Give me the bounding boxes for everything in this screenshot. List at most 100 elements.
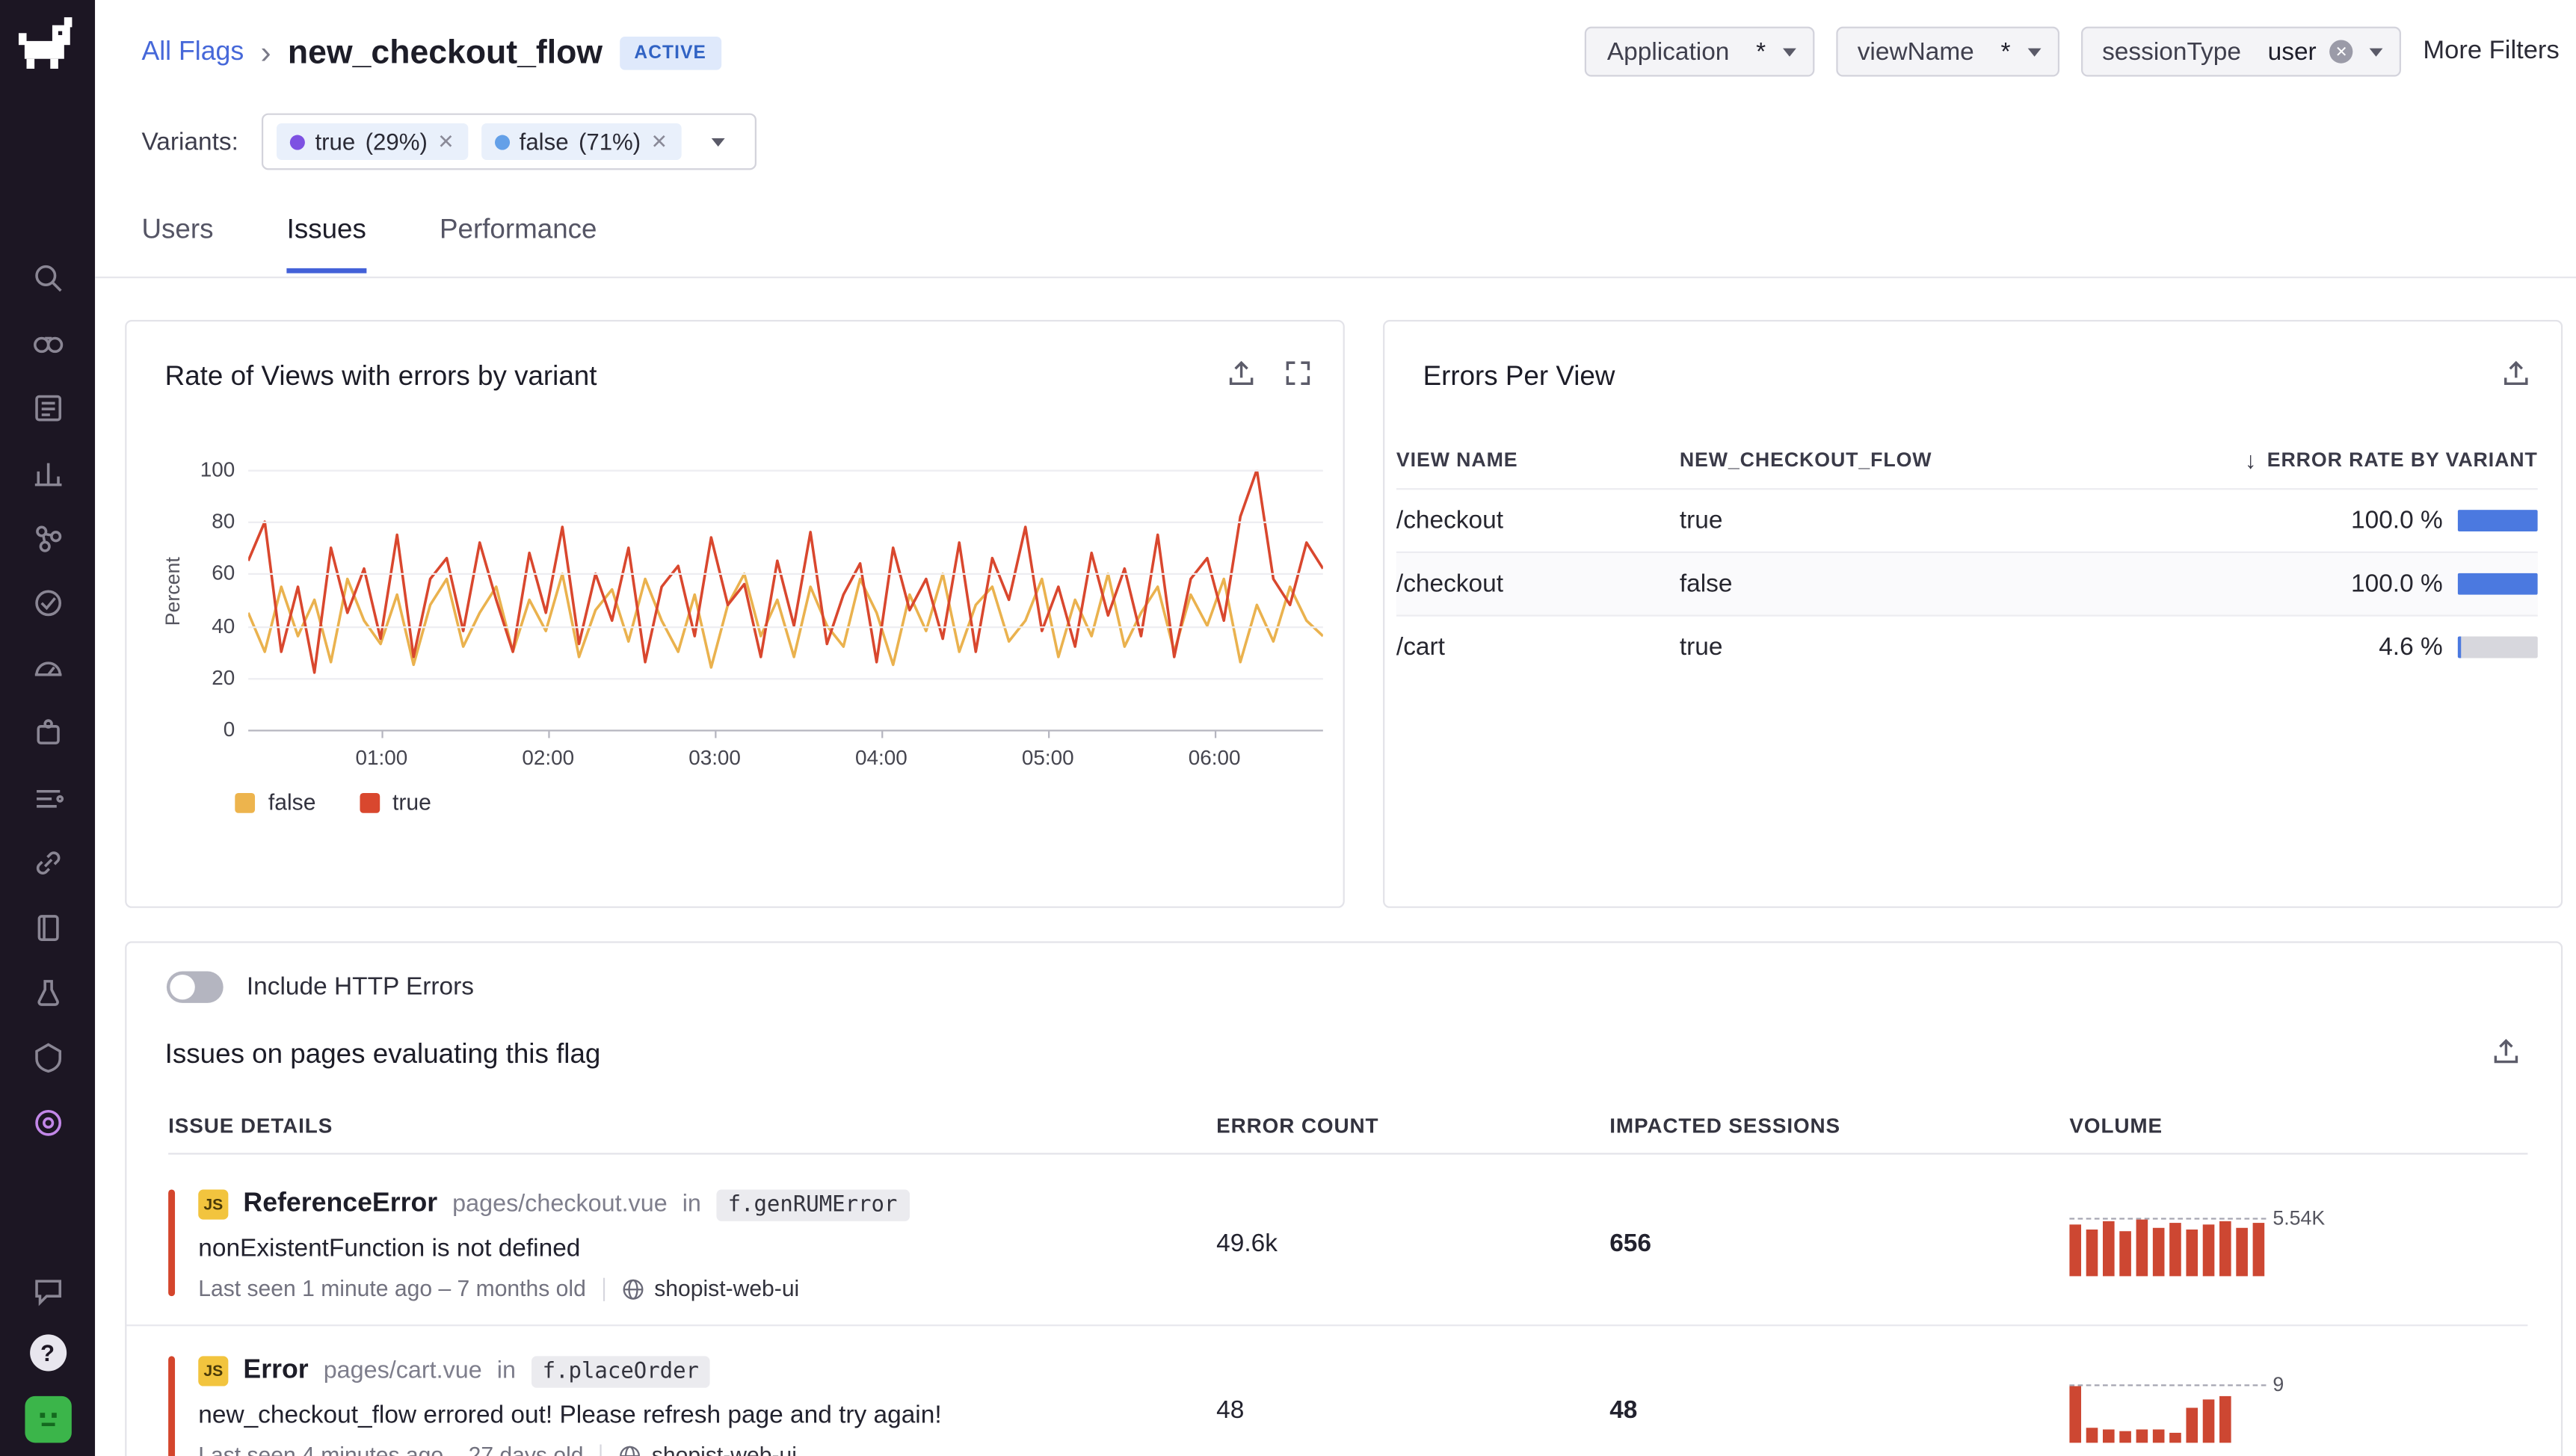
service-link[interactable]: shopist-web-ui	[618, 1443, 797, 1456]
col-flag-variant[interactable]: NEW_CHECKOUT_FLOW	[1680, 448, 2038, 472]
error-function: f.placeOrder	[531, 1355, 711, 1386]
link-icon[interactable]	[29, 845, 66, 881]
issues-section-title: Issues on pages evaluating this flag	[165, 1040, 601, 1071]
error-rate-cell: 4.6 %	[2379, 633, 2538, 661]
variant-name: true	[315, 129, 355, 155]
monitors-icon[interactable]	[29, 650, 66, 686]
application-filter[interactable]: Application *	[1586, 27, 1814, 77]
in-label: in	[682, 1191, 701, 1218]
feature-flag-page: ? All Flags › new_checkout_flow ACTIVE A…	[0, 0, 2576, 1456]
view-name-cell: /checkout	[1396, 507, 1680, 535]
export-icon[interactable]	[2501, 358, 2531, 396]
col-view-name[interactable]: VIEW NAME	[1396, 448, 1680, 472]
volume-bar	[2119, 1231, 2131, 1276]
issues-table-header: ISSUE DETAILS ERROR COUNT IMPACTED SESSI…	[168, 1114, 2527, 1154]
sessiontype-filter-label: sessionType	[2082, 37, 2241, 66]
volume-bar	[2186, 1408, 2198, 1443]
error-type[interactable]: ReferenceError	[243, 1190, 437, 1220]
events-icon[interactable]	[29, 390, 66, 427]
clear-filter-icon[interactable]: ✕	[2330, 40, 2353, 63]
view-name-cell: /checkout	[1396, 570, 1680, 598]
help-icon[interactable]: ?	[29, 1334, 66, 1371]
user-avatar[interactable]	[24, 1396, 70, 1443]
rate-chart-lines	[248, 470, 1323, 730]
variant-dot	[290, 134, 305, 149]
tab-performance[interactable]: Performance	[440, 215, 597, 274]
tab-users[interactable]: Users	[141, 215, 213, 274]
errors-per-view-table: VIEW NAME NEW_CHECKOUT_FLOW ↓ ERROR RATE…	[1396, 431, 2538, 678]
viewname-filter[interactable]: viewName *	[1836, 27, 2059, 77]
legend-label: true	[392, 790, 431, 815]
export-icon[interactable]	[2491, 1036, 2521, 1074]
pipelines-icon[interactable]	[29, 780, 66, 816]
x-tick-label: 05:00	[1011, 747, 1085, 770]
variant-pill-false[interactable]: false (71%) ✕	[481, 123, 680, 160]
variant-percent: (29%)	[366, 129, 428, 155]
volume-bar	[2169, 1433, 2181, 1443]
volume-bar	[2069, 1386, 2081, 1443]
expand-icon[interactable]	[1283, 358, 1313, 396]
errors-per-view-card: Errors Per View VIEW NAME NEW_CHECKOUT_F…	[1383, 320, 2563, 908]
volume-sparkline: 5.54K	[2069, 1209, 2352, 1276]
chat-icon[interactable]	[29, 1273, 66, 1310]
error-tracking-icon[interactable]	[29, 975, 66, 1011]
volume-bar	[2136, 1220, 2148, 1277]
tab-divider	[95, 277, 2576, 278]
col-impacted-sessions: IMPACTED SESSIONS	[1609, 1114, 2069, 1138]
error-type[interactable]: Error	[243, 1356, 308, 1386]
error-file-path: pages/checkout.vue	[452, 1191, 668, 1218]
issue-row[interactable]: JS Error pages/cart.vue in f.placeOrder …	[126, 1326, 2527, 1456]
issue-details: JS Error pages/cart.vue in f.placeOrder …	[168, 1351, 1216, 1456]
status-badge: ACTIVE	[619, 37, 721, 70]
x-tick-label: 02:00	[511, 747, 585, 770]
chevron-down-icon[interactable]	[1782, 48, 1796, 56]
error-message: nonExistentFunction is not defined	[198, 1235, 1216, 1263]
legend-false[interactable]: false	[235, 790, 315, 815]
datadog-logo-icon[interactable]	[16, 13, 79, 77]
application-filter-label: Application	[1587, 37, 1729, 66]
variant-pill-true[interactable]: true (29%) ✕	[277, 123, 467, 160]
security-icon[interactable]	[29, 1040, 66, 1076]
error-file-path: pages/cart.vue	[324, 1358, 482, 1385]
in-label: in	[497, 1358, 516, 1385]
service-link[interactable]: shopist-web-ui	[621, 1276, 800, 1301]
legend-true[interactable]: true	[359, 790, 431, 815]
rate-bar	[2458, 636, 2538, 658]
more-filters-button[interactable]: More Filters	[2423, 37, 2559, 67]
meta-divider	[603, 1277, 604, 1301]
breadcrumb: All Flags › new_checkout_flow ACTIVE	[141, 27, 721, 80]
search-icon[interactable]	[29, 260, 66, 297]
feature-flags-icon[interactable]	[29, 1105, 66, 1141]
error-severity-bar	[168, 1356, 175, 1456]
volume-bar	[2186, 1230, 2198, 1277]
table-row[interactable]: /checkout false 100.0 %	[1396, 552, 2538, 615]
col-error-rate[interactable]: ↓ ERROR RATE BY VARIANT	[2245, 446, 2538, 473]
page-title: new_checkout_flow	[288, 34, 603, 73]
variants-select[interactable]: true (29%) ✕ false (71%) ✕	[262, 114, 756, 170]
javascript-icon: JS	[198, 1190, 228, 1220]
remove-variant-icon[interactable]: ✕	[651, 130, 668, 153]
viewname-filter-value: *	[2000, 37, 2010, 66]
sessiontype-filter[interactable]: sessionType user ✕	[2080, 27, 2401, 77]
tab-issues[interactable]: Issues	[287, 215, 366, 274]
table-row[interactable]: /cart true 4.6 %	[1396, 615, 2538, 679]
watchdog-icon[interactable]	[29, 325, 66, 362]
x-tick-label: 04:00	[845, 747, 918, 770]
remove-variant-icon[interactable]: ✕	[437, 130, 454, 153]
x-tick-label: 03:00	[678, 747, 751, 770]
chevron-down-icon[interactable]	[2027, 48, 2041, 56]
chevron-down-icon[interactable]	[711, 138, 724, 146]
export-icon[interactable]	[1227, 358, 1257, 396]
include-http-errors-toggle[interactable]	[167, 972, 224, 1003]
integrations-icon[interactable]	[29, 715, 66, 751]
sidebar-nav: ?	[0, 0, 95, 1456]
synthetics-icon[interactable]	[29, 584, 66, 621]
all-flags-link[interactable]: All Flags	[141, 38, 244, 68]
chevron-down-icon[interactable]	[2370, 48, 2383, 56]
table-row[interactable]: /checkout true 100.0 %	[1396, 488, 2538, 552]
metrics-icon[interactable]	[29, 455, 66, 492]
error-rate-cell: 100.0 %	[2351, 570, 2538, 598]
issue-row[interactable]: JS ReferenceError pages/checkout.vue in …	[126, 1159, 2527, 1326]
apm-icon[interactable]	[29, 519, 66, 556]
notebooks-icon[interactable]	[29, 910, 66, 946]
